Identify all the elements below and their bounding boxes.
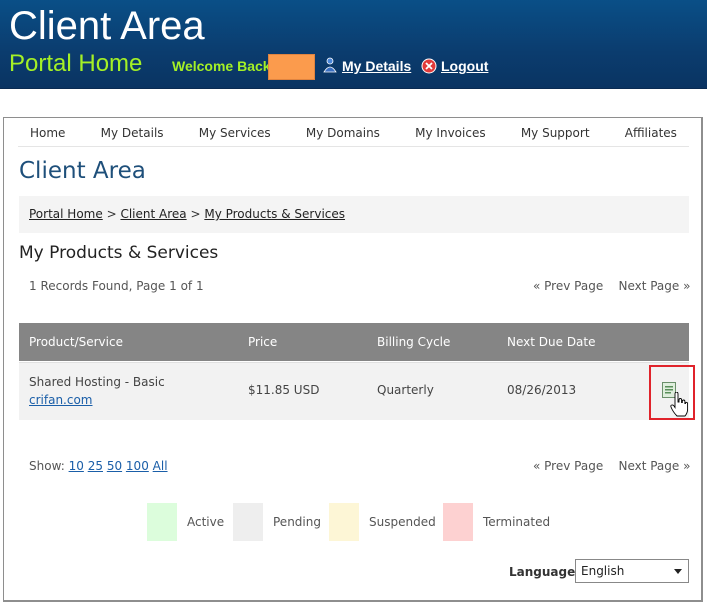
show-10-link[interactable]: 10 (69, 459, 84, 473)
portal-home-heading: Portal Home (9, 50, 143, 77)
redacted-username (268, 54, 315, 80)
legend-label-pending: Pending (273, 515, 321, 529)
legend-swatch-terminated (443, 503, 473, 541)
show-50-link[interactable]: 50 (107, 459, 122, 473)
nav-my-domains[interactable]: My Domains (294, 121, 392, 145)
next-due-cell: 08/26/2013 (507, 383, 577, 397)
show-25-link[interactable]: 25 (88, 459, 103, 473)
logout-icon[interactable] (421, 58, 437, 74)
breadcrumb-portal-home[interactable]: Portal Home (29, 207, 103, 221)
domain-link[interactable]: crifan.com (29, 393, 93, 407)
nav-my-details[interactable]: My Details (89, 121, 176, 145)
legend-label-active: Active (187, 515, 225, 529)
breadcrumb-separator: > (106, 207, 117, 221)
col-header-price[interactable]: Price (248, 323, 277, 361)
language-selected-value: English (581, 564, 625, 578)
records-count: 1 Records Found, Page 1 of 1 (29, 279, 204, 293)
table-header: Product/Service Price Billing Cycle Next… (19, 323, 689, 361)
legend-swatch-suspended (329, 503, 359, 541)
breadcrumb-products-services[interactable]: My Products & Services (204, 207, 345, 221)
next-page-link[interactable]: Next Page » (618, 279, 690, 293)
legend-label-suspended: Suspended (369, 515, 436, 529)
page-title: Client Area (19, 158, 146, 184)
language-label: Language: (509, 565, 581, 579)
user-icon[interactable] (322, 57, 337, 73)
top-pager: « Prev Page Next Page » (533, 278, 690, 294)
nav-affiliates[interactable]: Affiliates (613, 121, 689, 145)
show-100-link[interactable]: 100 (126, 459, 149, 473)
table-row: Shared Hosting - Basic crifan.com $11.85… (19, 362, 689, 420)
show-label: Show: (29, 459, 65, 473)
language-select[interactable]: English (575, 559, 689, 583)
section-title: My Products & Services (19, 243, 219, 263)
site-header: Client Area Portal Home Welcome Back My … (0, 0, 707, 89)
site-title: Client Area (9, 4, 205, 48)
col-header-next-due[interactable]: Next Due Date (507, 323, 596, 361)
breadcrumb-separator: > (190, 207, 201, 221)
next-page-link[interactable]: Next Page » (618, 459, 690, 473)
prev-page-link[interactable]: « Prev Page (533, 459, 603, 473)
breadcrumb-client-area[interactable]: Client Area (120, 207, 186, 221)
nav-divider (18, 146, 689, 147)
nav-my-invoices[interactable]: My Invoices (403, 121, 497, 145)
welcome-text: Welcome Back (172, 58, 271, 74)
nav-home[interactable]: Home (18, 121, 77, 145)
show-per-page: Show: 10 25 50 100 All (29, 458, 168, 474)
logout-link[interactable]: Logout (441, 58, 488, 74)
breadcrumb: Portal Home > Client Area > My Products … (19, 196, 689, 233)
col-header-product[interactable]: Product/Service (29, 323, 123, 361)
nav-my-services[interactable]: My Services (187, 121, 283, 145)
prev-page-link[interactable]: « Prev Page (533, 279, 603, 293)
bottom-pager: « Prev Page Next Page » (533, 458, 690, 474)
col-header-billing-cycle[interactable]: Billing Cycle (377, 323, 450, 361)
billing-cycle-cell: Quarterly (377, 383, 434, 397)
product-name: Shared Hosting - Basic (29, 375, 165, 389)
legend-swatch-active (147, 503, 177, 541)
main-nav: Home My Details My Services My Domains M… (18, 121, 689, 145)
nav-my-support[interactable]: My Support (509, 121, 602, 145)
price-cell: $11.85 USD (248, 383, 320, 397)
chevron-down-icon[interactable] (674, 569, 682, 574)
legend-swatch-pending (233, 503, 263, 541)
legend-label-terminated: Terminated (483, 515, 551, 529)
show-all-link[interactable]: All (153, 459, 168, 473)
my-details-link[interactable]: My Details (342, 58, 411, 74)
hand-cursor-icon (670, 392, 688, 417)
